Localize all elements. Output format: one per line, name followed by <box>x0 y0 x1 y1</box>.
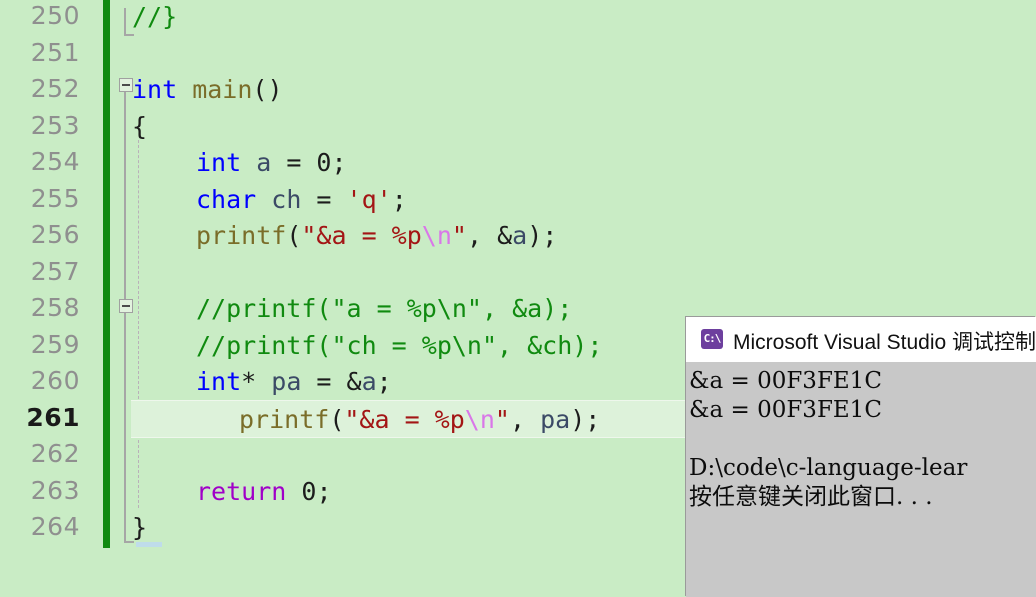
code-text: int a = 0; <box>196 146 347 179</box>
console-window-title: Microsoft Visual Studio 调试控制台 <box>733 331 1036 354</box>
token-number: 0 <box>301 476 317 506</box>
code-text: //printf("ch = %p\n", &ch); <box>196 329 602 362</box>
token-punct: ); <box>527 221 558 250</box>
token-variable: pa <box>271 367 302 396</box>
token-comment: //printf("a = %p\n", &a); <box>196 294 573 323</box>
code-line-257[interactable] <box>110 254 1036 291</box>
code-text: printf("&a = %p\n", pa); <box>239 403 600 436</box>
line-number: 254 <box>30 147 80 176</box>
code-text: //} <box>132 0 177 33</box>
token-string: "&a = %p <box>301 221 422 250</box>
console-press-any-key-line: 按任意键关闭此窗口. . . <box>689 484 933 510</box>
code-text: } <box>132 511 147 544</box>
code-line-253[interactable]: { <box>110 108 1036 145</box>
token-escape: \n <box>464 404 495 434</box>
token-variable: a <box>241 148 272 177</box>
console-output-line-blank <box>689 425 1036 454</box>
token-punct: , <box>509 404 541 434</box>
line-number: 250 <box>30 1 80 30</box>
token-variable: a <box>361 367 377 396</box>
token-string: " <box>451 221 467 250</box>
console-output-line: &a = 00F3FE1C <box>689 368 882 394</box>
screenshot-root: 250 251 252 253 254 255 256 257 258 259 … <box>0 0 1036 597</box>
code-line-252[interactable]: int main() <box>110 71 1036 108</box>
brace-match-underline <box>136 542 162 547</box>
code-line-251[interactable] <box>110 35 1036 72</box>
token-keyword: int <box>196 367 242 396</box>
token-punct: ; <box>316 476 332 506</box>
code-line-250[interactable]: //} <box>110 0 1036 35</box>
console-output-area[interactable]: &a = 00F3FE1C &a = 00F3FE1C D:\code\c-la… <box>686 362 1036 597</box>
code-text: int main() <box>132 73 283 106</box>
line-number: 256 <box>30 220 80 249</box>
line-number: 255 <box>30 183 80 213</box>
token-address-of: & <box>346 367 362 396</box>
token-escape: \n <box>421 221 452 250</box>
token-keyword: char <box>196 184 257 214</box>
line-number: 260 <box>30 366 80 395</box>
token-operator: = <box>301 367 347 396</box>
code-text: //printf("a = %p\n", &a); <box>196 292 572 325</box>
console-window[interactable]: C:\ Microsoft Visual Studio 调试控制台 &a = 0… <box>686 317 1036 597</box>
code-text: char ch = 'q'; <box>196 183 407 216</box>
token-comment: //} <box>132 2 178 31</box>
code-line-255[interactable]: char ch = 'q'; <box>110 181 1036 218</box>
token-string: " <box>494 404 510 434</box>
code-line-256[interactable]: printf("&a = %p\n", &a); <box>110 217 1036 254</box>
token-address-of: & <box>497 221 513 250</box>
token-punct: () <box>252 75 283 104</box>
token-pointer-star: * <box>241 367 272 396</box>
token-char-literal: 'q' <box>346 184 392 214</box>
token-punct: ; <box>376 367 392 396</box>
code-text: printf("&a = %p\n", &a); <box>196 219 557 252</box>
token-operator: = <box>271 148 317 177</box>
console-output-line: &a = 00F3FE1C <box>689 397 882 423</box>
line-number-current: 261 <box>26 402 80 432</box>
token-punct: ; <box>391 184 407 214</box>
token-brace: } <box>132 513 148 542</box>
line-number: 257 <box>30 256 80 286</box>
console-output-path-line: D:\code\c-language-lear <box>689 455 968 481</box>
console-cmd-icon: C:\ <box>701 329 723 349</box>
token-punct: , <box>466 221 498 250</box>
line-number: 264 <box>30 512 80 541</box>
token-string: "&a = %p <box>344 404 465 434</box>
code-text: return 0; <box>196 475 332 508</box>
console-titlebar[interactable]: C:\ Microsoft Visual Studio 调试控制台 <box>686 317 1036 363</box>
token-comment: //printf("ch = %p\n", &ch); <box>196 330 603 360</box>
line-number: 263 <box>30 475 80 505</box>
token-brace: { <box>132 111 148 141</box>
line-number: 259 <box>30 329 80 359</box>
token-variable: pa <box>540 404 571 434</box>
token-function: main <box>177 75 253 104</box>
line-number-gutter: 250 251 252 253 254 255 256 257 258 259 … <box>0 0 88 597</box>
code-line-254[interactable]: int a = 0; <box>110 144 1036 181</box>
token-keyword: int <box>132 75 178 104</box>
line-number: 258 <box>30 293 80 322</box>
token-punct: ( <box>286 221 302 250</box>
token-punct: ( <box>329 404 345 434</box>
line-number: 262 <box>30 439 80 468</box>
token-function: printf <box>196 221 287 250</box>
line-number: 252 <box>30 74 80 103</box>
token-keyword-return: return <box>196 476 287 506</box>
token-operator: = <box>301 184 347 214</box>
change-indicator-bar <box>103 0 110 548</box>
token-variable: ch <box>256 184 302 214</box>
code-text: { <box>132 110 147 143</box>
code-text: int* pa = &a; <box>196 365 392 398</box>
line-number: 253 <box>30 110 80 140</box>
token-keyword: int <box>196 148 242 177</box>
token-punct: ); <box>570 404 601 434</box>
token-number: 0; <box>316 148 347 177</box>
line-number: 251 <box>30 37 80 67</box>
token-variable: a <box>512 221 528 250</box>
token-function: printf <box>239 404 330 434</box>
